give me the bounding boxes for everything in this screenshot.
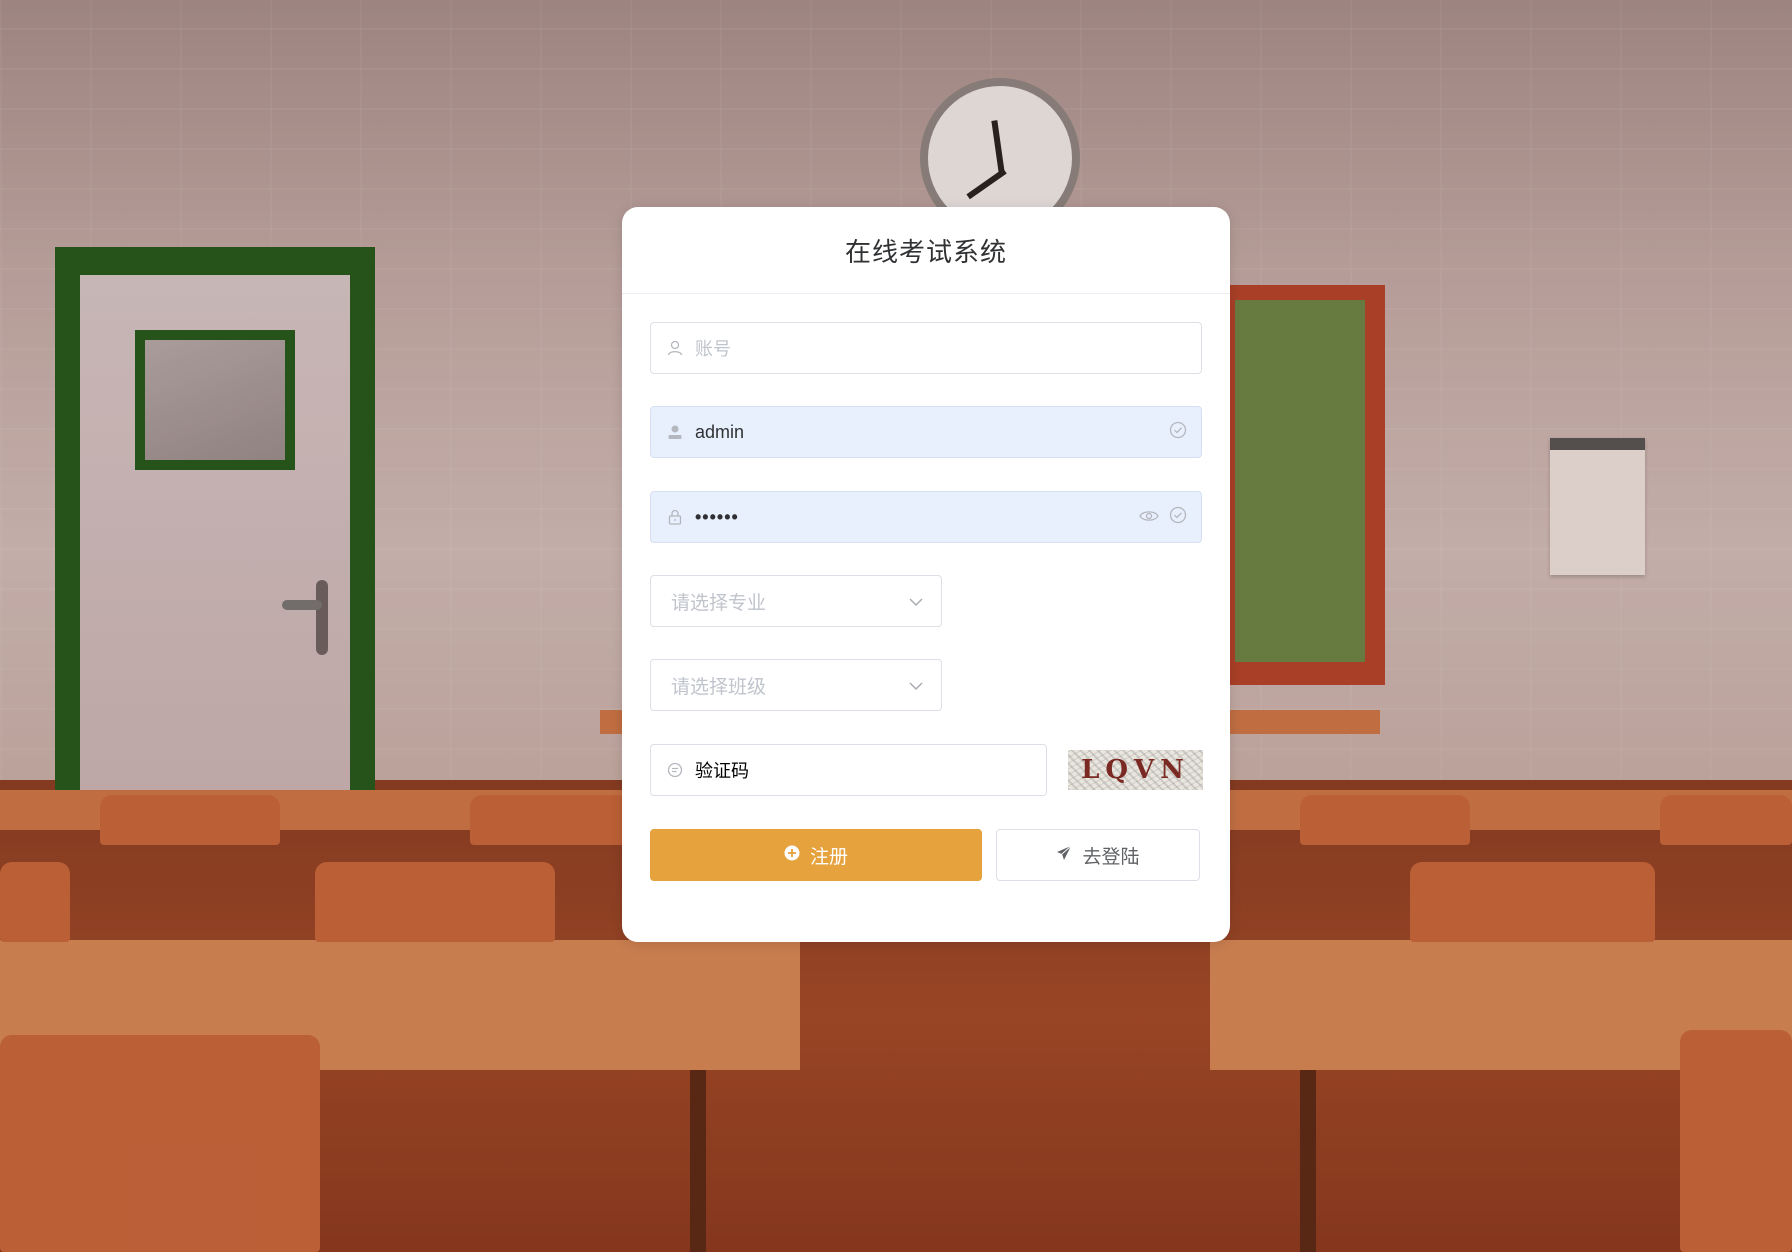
- eye-icon[interactable]: [1139, 508, 1159, 527]
- username-value: admin: [695, 421, 745, 442]
- chevron-down-icon: [909, 676, 923, 695]
- account-input[interactable]: 账号: [650, 322, 1202, 374]
- major-select-placeholder: 请选择专业: [671, 591, 767, 614]
- password-input[interactable]: ••••••: [650, 491, 1202, 543]
- register-button[interactable]: 注册: [650, 829, 982, 881]
- account-placeholder: 账号: [695, 339, 731, 359]
- captcha-input[interactable]: 验证码: [650, 744, 1047, 796]
- card-header: 在线考试系统: [622, 207, 1230, 294]
- user-solid-icon: [655, 424, 695, 440]
- captcha-placeholder: 验证码: [695, 761, 749, 782]
- captcha-image[interactable]: LQVN: [1068, 750, 1203, 790]
- send-icon: [1056, 844, 1072, 866]
- captcha-image-text: LQVN: [1081, 755, 1190, 785]
- register-button-label: 注册: [809, 845, 848, 868]
- username-input[interactable]: admin: [650, 406, 1202, 458]
- class-select[interactable]: 请选择班级: [650, 659, 942, 711]
- chevron-down-icon: [909, 592, 923, 611]
- go-login-button[interactable]: 去登陆: [996, 829, 1200, 881]
- circle-check-icon: [1169, 421, 1187, 443]
- register-card: 在线考试系统 账号 admin •••••• 请选择专业 请选择班级 验证码 L…: [622, 207, 1230, 942]
- major-select[interactable]: 请选择专业: [650, 575, 942, 627]
- page-title: 在线考试系统: [844, 237, 1007, 268]
- chat-icon: [655, 762, 695, 778]
- circle-plus-icon: [784, 844, 800, 866]
- password-value: ••••••: [695, 506, 739, 527]
- go-login-button-label: 去登陆: [1082, 845, 1140, 868]
- class-select-placeholder: 请选择班级: [671, 675, 767, 698]
- lock-icon: [655, 509, 695, 525]
- user-outline-icon: [655, 340, 695, 356]
- circle-check-icon: [1169, 506, 1187, 528]
